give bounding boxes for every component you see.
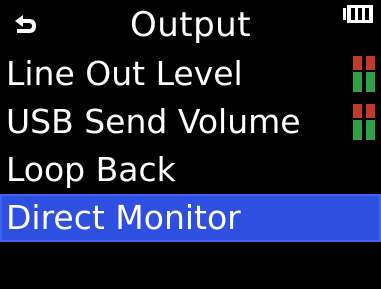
- menu-item-line-out-level[interactable]: Line Out Level: [0, 50, 381, 98]
- menu-item-direct-monitor[interactable]: Direct Monitor: [0, 194, 381, 242]
- menu-item-label: Line Out Level: [6, 54, 243, 93]
- page-title: Output: [129, 5, 252, 45]
- menu-item-label: USB Send Volume: [6, 102, 301, 141]
- level-meter-icon: [353, 104, 375, 140]
- menu-item-loop-back[interactable]: Loop Back: [0, 146, 381, 194]
- menu-list: Line Out Level USB Send Volume Loop Back: [0, 50, 381, 242]
- header-bar: Output: [0, 0, 381, 50]
- device-screen: Output Line Out Level USB Send Volume Lo…: [0, 0, 381, 289]
- menu-item-usb-send-volume[interactable]: USB Send Volume: [0, 98, 381, 146]
- battery-icon: [343, 5, 373, 23]
- level-meter-icon: [353, 56, 375, 92]
- menu-item-label: Loop Back: [6, 150, 176, 189]
- menu-item-label: Direct Monitor: [6, 198, 241, 237]
